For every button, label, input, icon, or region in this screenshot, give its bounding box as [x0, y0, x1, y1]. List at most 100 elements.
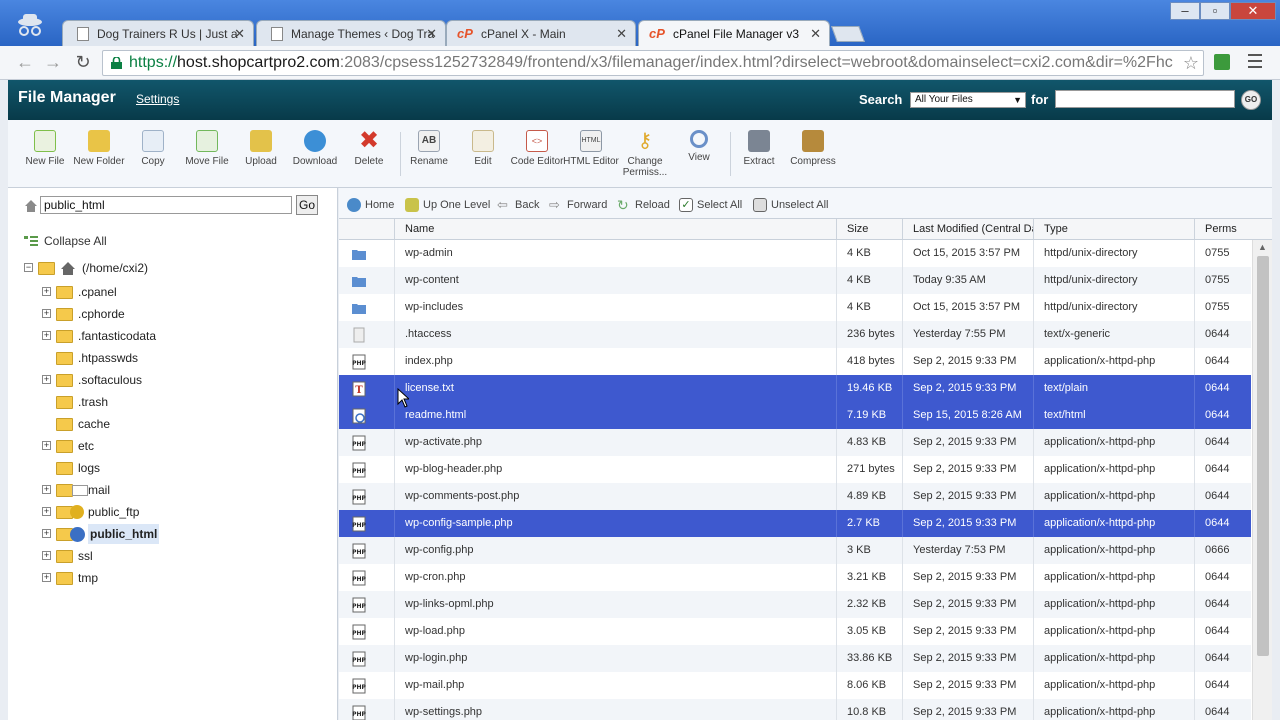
html-editor-button[interactable]: HTML HTML Editor	[563, 130, 619, 167]
vertical-scrollbar[interactable]: ▲	[1252, 240, 1272, 720]
file-perms[interactable]: 0666	[1205, 537, 1249, 564]
expand-toggle-icon[interactable]: +	[42, 375, 51, 384]
new-tab-button[interactable]	[831, 26, 865, 42]
file-perms[interactable]: 0755	[1205, 240, 1249, 267]
file-perms[interactable]: 0644	[1205, 456, 1249, 483]
expand-toggle-icon[interactable]: +	[42, 287, 51, 296]
back-arrow-icon[interactable]: ←	[14, 52, 36, 73]
file-name[interactable]: license.txt	[405, 375, 825, 402]
browser-menu-icon[interactable]	[1248, 54, 1262, 70]
file-perms[interactable]: 0644	[1205, 591, 1249, 618]
file-perms[interactable]: 0644	[1205, 672, 1249, 699]
file-perms[interactable]: 0644	[1205, 510, 1249, 537]
tab-dog-trainers[interactable]: Dog Trainers R Us | Just a ✕	[62, 20, 254, 46]
expand-toggle-icon[interactable]: +	[42, 551, 51, 560]
table-row[interactable]: wp-includes 4 KB Oct 15, 2015 3:57 PM httpd…	[339, 294, 1251, 321]
change-permissions-button[interactable]: ⚷ Change Permiss...	[617, 130, 673, 178]
close-tab-icon[interactable]: ✕	[426, 21, 437, 46]
select-all-button[interactable]: ✓ Select All	[679, 198, 742, 212]
path-go-button[interactable]: Go	[296, 195, 318, 215]
up-one-level-button[interactable]: Up One Level	[405, 198, 490, 212]
minimize-button[interactable]: –	[1170, 2, 1200, 20]
table-row[interactable]: readme.html 7.19 KB Sep 15, 2015 8:26 AM te…	[339, 402, 1251, 429]
file-name[interactable]: wp-activate.php	[405, 429, 825, 456]
new-folder-button[interactable]: New Folder	[71, 130, 127, 167]
move-file-button[interactable]: Move File	[179, 130, 235, 167]
file-perms[interactable]: 0755	[1205, 267, 1249, 294]
delete-button[interactable]: ✖ Delete	[341, 129, 397, 168]
table-row[interactable]: PHP wp-config.php 3 KB Yesterday 7:53 PM app…	[339, 537, 1251, 564]
table-row[interactable]: wp-admin 4 KB Oct 15, 2015 3:57 PM httpd/un…	[339, 240, 1251, 267]
rename-button[interactable]: AB Rename	[401, 130, 457, 167]
tab-manage-themes[interactable]: Manage Themes ‹ Dog Tra ✕	[256, 20, 446, 46]
expand-toggle-icon[interactable]: +	[42, 485, 51, 494]
table-row[interactable]: PHP wp-load.php 3.05 KB Sep 2, 2015 9:33 PM…	[339, 618, 1251, 645]
home-icon[interactable]	[24, 199, 38, 213]
expand-toggle-icon[interactable]: +	[42, 441, 51, 450]
view-button[interactable]: View	[671, 130, 727, 163]
file-perms[interactable]: 0644	[1205, 564, 1249, 591]
edit-button[interactable]: Edit	[455, 130, 511, 167]
file-name[interactable]: .htaccess	[405, 321, 825, 348]
unselect-all-button[interactable]: Unselect All	[753, 198, 828, 212]
reload-nav-button[interactable]: ↻ Reload	[617, 198, 670, 212]
perms-column-header[interactable]: Perms	[1205, 219, 1255, 239]
size-column-header[interactable]: Size	[847, 219, 901, 239]
file-name[interactable]: wp-login.php	[405, 645, 825, 672]
collapse-toggle-icon[interactable]: −	[24, 263, 33, 272]
file-name[interactable]: index.php	[405, 348, 825, 375]
file-perms[interactable]: 0644	[1205, 402, 1249, 429]
file-perms[interactable]: 0755	[1205, 294, 1249, 321]
file-name[interactable]: wp-mail.php	[405, 672, 825, 699]
file-perms[interactable]: 0644	[1205, 483, 1249, 510]
file-name[interactable]: wp-admin	[405, 240, 825, 267]
code-editor-button[interactable]: <> Code Editor	[509, 130, 565, 167]
file-name[interactable]: wp-includes	[405, 294, 825, 321]
table-row[interactable]: PHP wp-config-sample.php 2.7 KB Sep 2, 2015…	[339, 510, 1251, 537]
expand-toggle-icon[interactable]: +	[42, 309, 51, 318]
copy-button[interactable]: Copy	[125, 130, 181, 167]
download-button[interactable]: Download	[287, 130, 343, 167]
file-name[interactable]: readme.html	[405, 402, 825, 429]
url-bar[interactable]: https://host.shopcartpro2.com:2083/cpses…	[102, 50, 1204, 76]
table-row[interactable]: PHP wp-activate.php 4.83 KB Sep 2, 2015 9:3…	[339, 429, 1251, 456]
upload-button[interactable]: Upload	[233, 130, 289, 167]
extension-icon[interactable]	[1214, 54, 1230, 70]
tab-cpanel-main[interactable]: cP cPanel X - Main ✕	[446, 20, 636, 46]
table-row[interactable]: Tlicense.txt 19.46 KB Sep 2, 2015 9:33 PM t…	[339, 375, 1251, 402]
name-column-header[interactable]: Name	[405, 219, 825, 239]
table-row[interactable]: PHP wp-settings.php 10.8 KB Sep 2, 2015 9:3…	[339, 699, 1251, 720]
extract-button[interactable]: Extract	[731, 130, 787, 167]
file-perms[interactable]: 0644	[1205, 699, 1249, 720]
close-tab-icon[interactable]: ✕	[616, 21, 627, 46]
reload-icon[interactable]: ↻	[72, 52, 94, 73]
file-perms[interactable]: 0644	[1205, 348, 1249, 375]
tab-file-manager[interactable]: cP cPanel File Manager v3 ✕	[638, 20, 830, 46]
file-name[interactable]: wp-comments-post.php	[405, 483, 825, 510]
table-row[interactable]: PHP wp-links-opml.php 2.32 KB Sep 2, 2015 9…	[339, 591, 1251, 618]
table-row[interactable]: wp-content 4 KB Today 9:35 AM httpd/unix-di…	[339, 267, 1251, 294]
settings-link[interactable]: Settings	[136, 92, 179, 106]
compress-button[interactable]: Compress	[785, 130, 841, 167]
collapse-all-link[interactable]: Collapse All	[24, 234, 107, 248]
expand-toggle-icon[interactable]: +	[42, 529, 51, 538]
search-input[interactable]	[1055, 90, 1235, 108]
forward-nav-button[interactable]: ⇨ Forward	[549, 198, 607, 212]
file-name[interactable]: wp-config.php	[405, 537, 825, 564]
table-row[interactable]: PHP index.php 418 bytes Sep 2, 2015 9:33 PM…	[339, 348, 1251, 375]
search-go-button[interactable]: GO	[1241, 90, 1261, 110]
file-perms[interactable]: 0644	[1205, 618, 1249, 645]
expand-toggle-icon[interactable]: +	[42, 507, 51, 516]
file-name[interactable]: wp-content	[405, 267, 825, 294]
table-row[interactable]: PHP wp-mail.php 8.06 KB Sep 2, 2015 9:33 PM…	[339, 672, 1251, 699]
file-perms[interactable]: 0644	[1205, 321, 1249, 348]
modified-column-header[interactable]: Last Modified (Central Da	[913, 219, 1033, 239]
expand-toggle-icon[interactable]: +	[42, 573, 51, 582]
table-row[interactable]: PHP wp-cron.php 3.21 KB Sep 2, 2015 9:33 PM…	[339, 564, 1251, 591]
scroll-up-icon[interactable]: ▲	[1258, 242, 1267, 252]
back-nav-button[interactable]: ⇦ Back	[497, 198, 539, 212]
file-name[interactable]: wp-cron.php	[405, 564, 825, 591]
scrollbar-thumb[interactable]	[1257, 256, 1269, 656]
path-input[interactable]: public_html	[40, 196, 292, 214]
forward-arrow-icon[interactable]: →	[42, 52, 64, 73]
